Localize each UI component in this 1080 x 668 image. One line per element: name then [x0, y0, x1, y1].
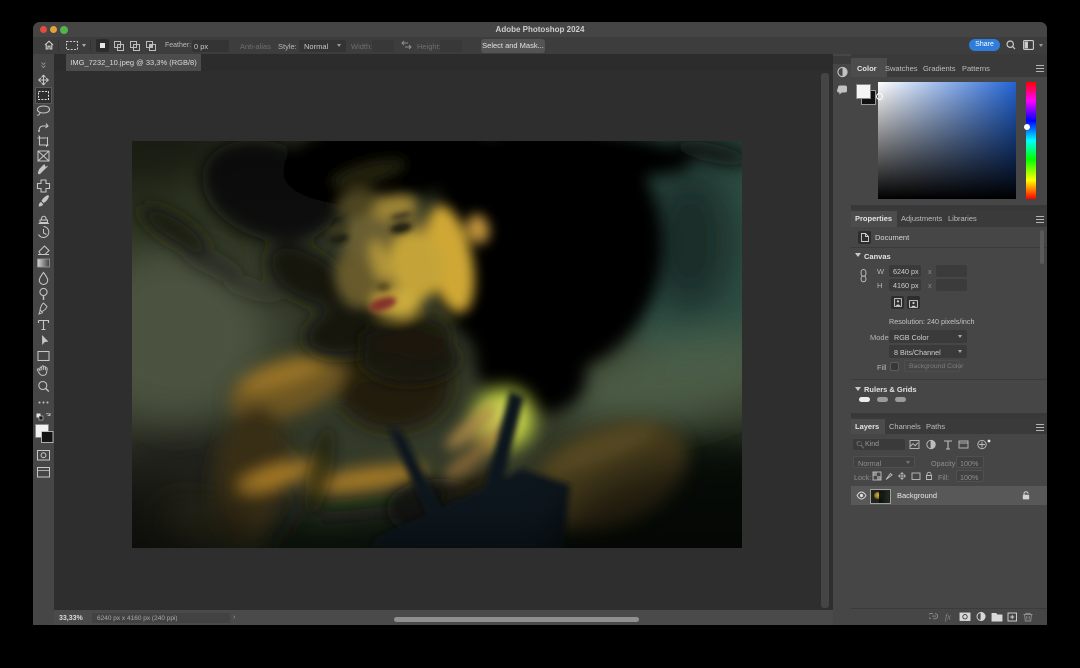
svg-text:fx: fx	[945, 613, 951, 622]
